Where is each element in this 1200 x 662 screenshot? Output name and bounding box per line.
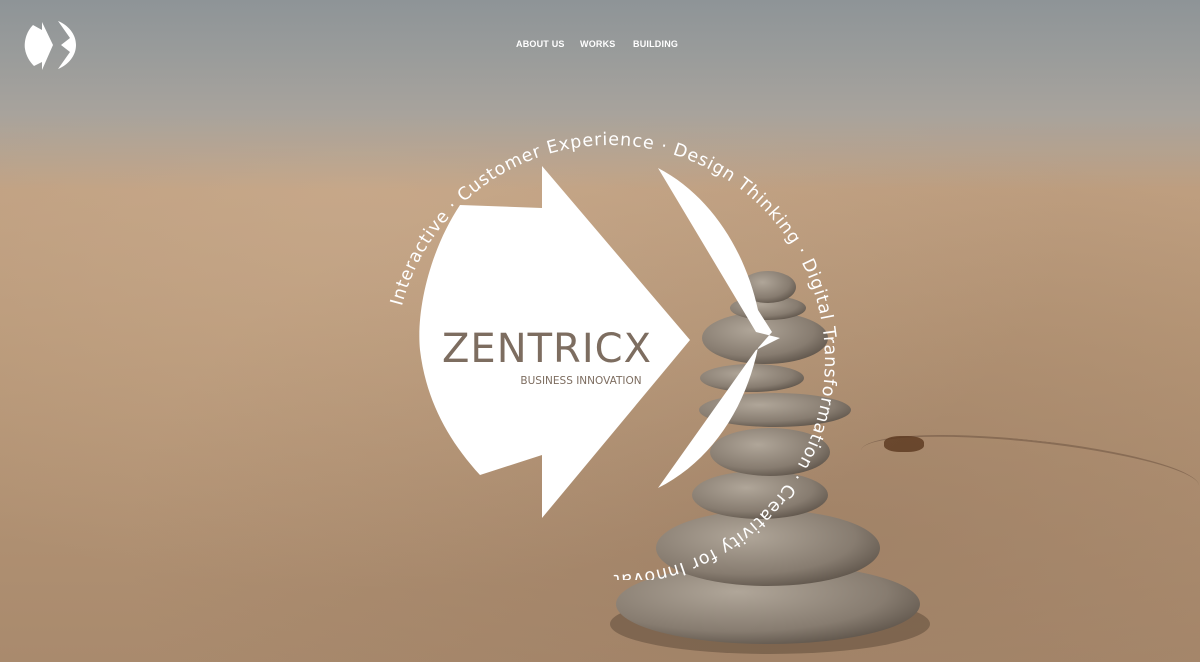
nav-about-us[interactable]: ABOUT US	[516, 39, 565, 49]
nav-building[interactable]: BUILDING	[633, 39, 678, 49]
zentricx-emblem: Interactive · Customer Experience · Desi…	[360, 110, 839, 580]
nav-works[interactable]: WORKS	[580, 39, 616, 49]
brand-name: ZENTRICX	[442, 326, 652, 372]
main-nav: ABOUT US WORKS BUILDING	[0, 39, 1200, 53]
brand-tagline: BUSINESS INNOVATION	[520, 375, 641, 387]
